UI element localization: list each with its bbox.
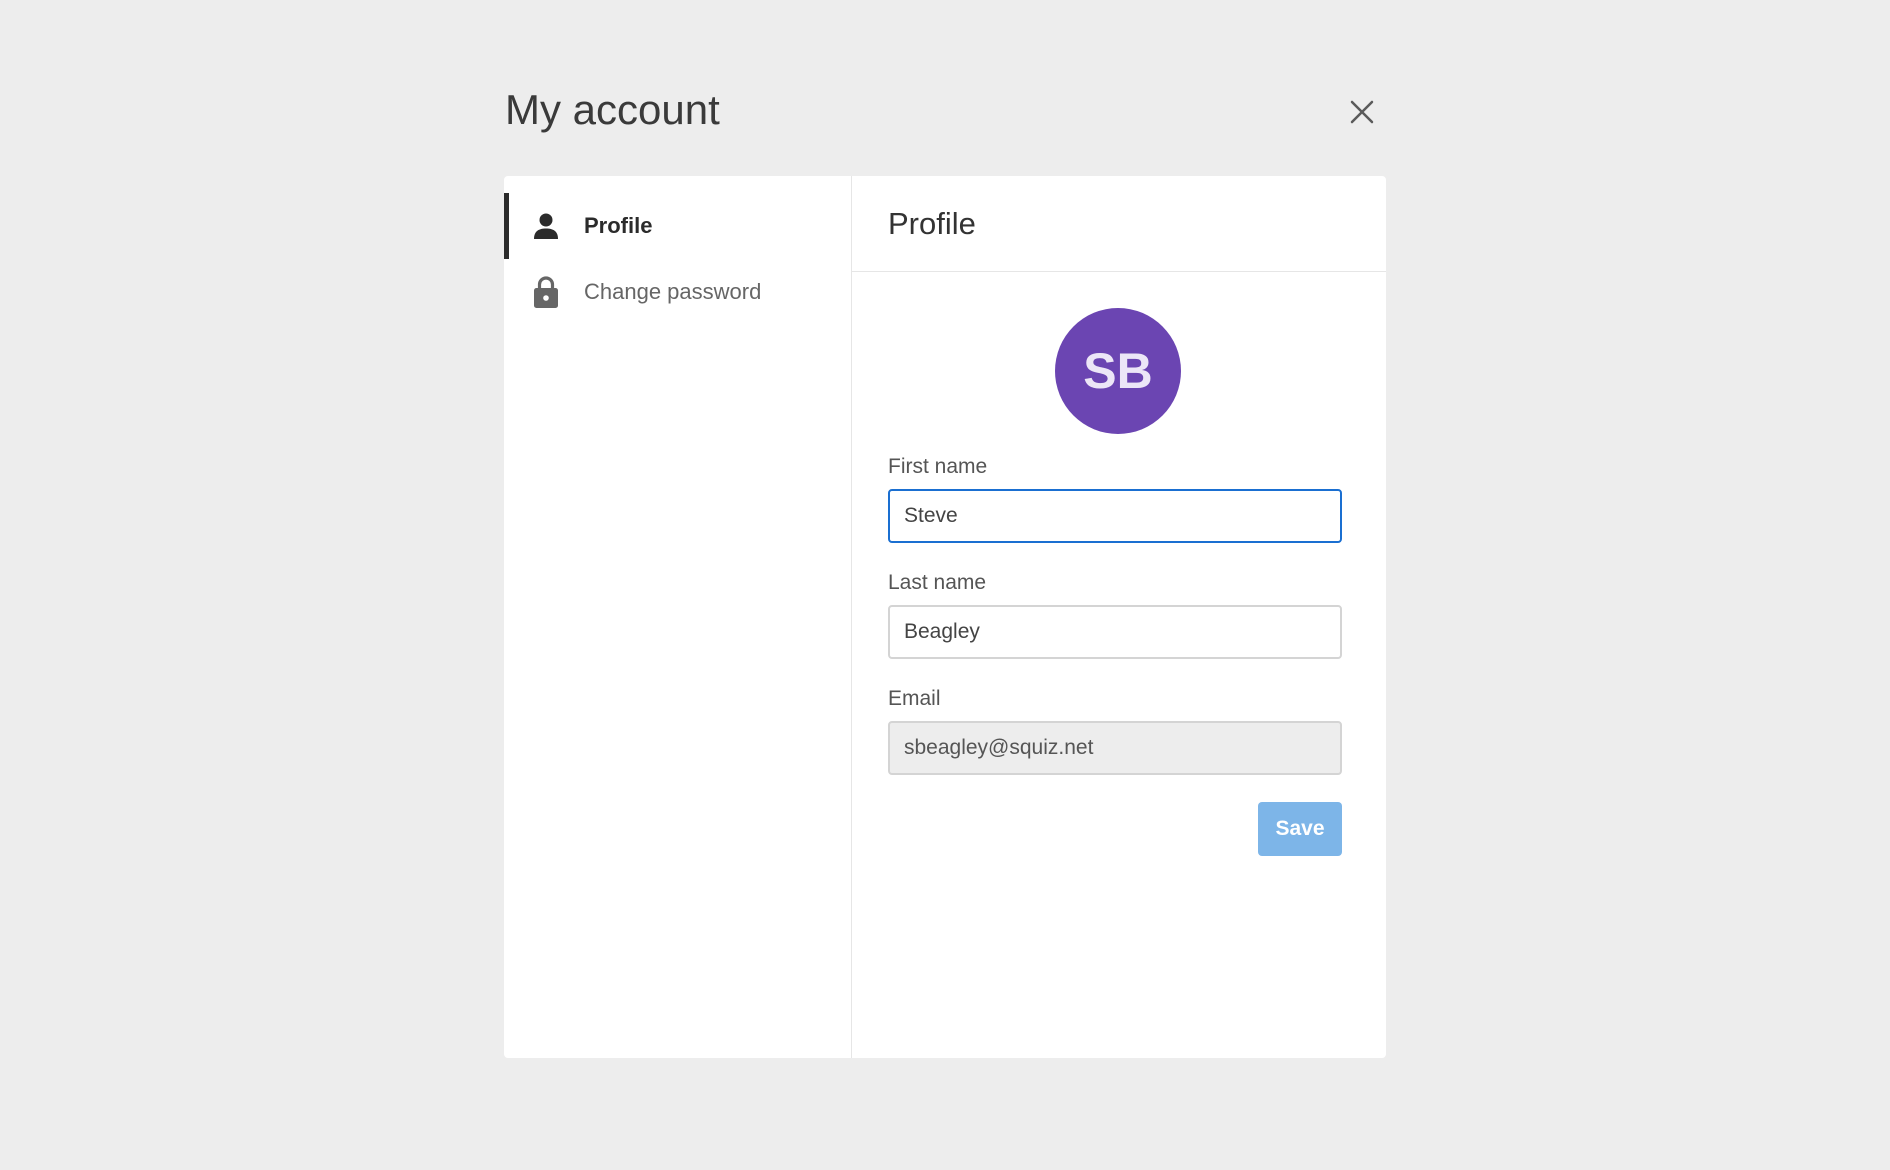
sidebar-item-profile[interactable]: Profile xyxy=(504,193,851,259)
last-name-label: Last name xyxy=(888,571,987,594)
profile-section: Profile SB First name Last name Email Sa… xyxy=(852,176,1386,1058)
profile-header: Profile xyxy=(852,176,1386,272)
account-panel: Profile Change password Profile SB First… xyxy=(504,176,1386,1058)
sidebar-item-label: Profile xyxy=(584,213,653,238)
avatar: SB xyxy=(1055,308,1181,434)
last-name-field[interactable] xyxy=(888,605,1342,659)
form-actions: Save xyxy=(888,802,1342,856)
sidebar-item-change-password[interactable]: Change password xyxy=(504,259,851,325)
first-name-field[interactable] xyxy=(888,489,1342,543)
account-sidebar: Profile Change password xyxy=(504,176,852,1058)
close-button[interactable] xyxy=(1342,92,1382,132)
profile-title: Profile xyxy=(888,205,976,241)
email-field xyxy=(888,721,1342,775)
person-icon xyxy=(532,210,560,242)
save-button[interactable]: Save xyxy=(1258,802,1342,856)
email-label: Email xyxy=(888,687,941,710)
close-icon xyxy=(1350,100,1374,124)
lock-icon xyxy=(532,276,560,308)
sidebar-item-label: Change password xyxy=(584,279,762,304)
dialog-title: My account xyxy=(505,86,720,133)
first-name-label: First name xyxy=(888,455,988,478)
profile-form: SB First name Last name Email Save xyxy=(852,272,1386,856)
